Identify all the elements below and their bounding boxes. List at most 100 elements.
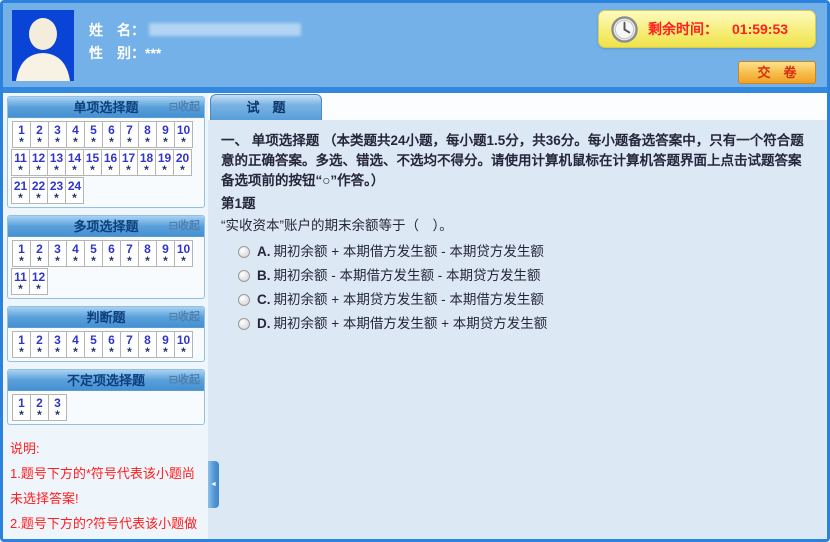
unanswered-marker: *	[102, 165, 119, 175]
tab-exam-question[interactable]: 试 题	[210, 94, 322, 120]
question-number-cell[interactable]: 1*	[12, 331, 31, 358]
question-number-cell[interactable]: 7*	[120, 331, 139, 358]
section-panel-single-choice: 单项选择题 ⊟收起 1*2*3*4*5*6*7*8*9*10*11*12*13*…	[7, 96, 205, 208]
question-number-heading: 第1题	[221, 194, 813, 214]
collapse-link[interactable]: ⊟收起	[169, 216, 200, 237]
question-number-cell[interactable]: 1*	[12, 121, 31, 148]
collapse-link[interactable]: ⊟收起	[169, 97, 200, 118]
unanswered-marker: *	[49, 410, 66, 420]
collapse-link[interactable]: ⊟收起	[169, 370, 200, 391]
unanswered-marker: *	[49, 256, 66, 266]
question-number-cell[interactable]: 7*	[120, 121, 139, 148]
collapse-icon: ⊟	[169, 220, 178, 232]
radio-button[interactable]	[238, 246, 250, 258]
question-number-cell[interactable]: 2*	[30, 240, 49, 267]
question-number-cell[interactable]: 17*	[119, 149, 138, 176]
remaining-time-box: 剩余时间：01:59:53	[598, 10, 816, 48]
question-number-cell[interactable]: 1*	[12, 240, 31, 267]
answer-option-b[interactable]: B. 期初余额 - 本期借方发生额 - 本期贷方发生额	[238, 266, 813, 286]
radio-button[interactable]	[238, 294, 250, 306]
section-header: 不定项选择题 ⊟收起	[8, 370, 204, 391]
question-number-cell[interactable]: 15*	[83, 149, 102, 176]
question-number-cell[interactable]: 4*	[66, 331, 85, 358]
question-number-cell[interactable]: 2*	[30, 121, 49, 148]
option-text: 期初余额 - 本期借方发生额 - 本期贷方发生额	[274, 266, 541, 286]
unanswered-marker: *	[121, 347, 138, 357]
question-number-cell[interactable]: 8*	[138, 240, 157, 267]
unanswered-marker: *	[138, 165, 155, 175]
question-number-cell[interactable]: 11*	[11, 268, 30, 295]
question-number-cell[interactable]: 3*	[48, 331, 67, 358]
legend-notes: 说明: 1.题号下方的*符号代表该小题尚未选择答案! 2.题号下方的?符号代表该…	[7, 432, 205, 539]
question-number-cell[interactable]: 18*	[137, 149, 156, 176]
unanswered-marker: *	[175, 256, 192, 266]
question-number-cell[interactable]: 9*	[156, 331, 175, 358]
question-number-cell[interactable]: 12*	[29, 268, 48, 295]
question-number-cell[interactable]: 2*	[30, 331, 49, 358]
radio-button[interactable]	[238, 318, 250, 330]
unanswered-marker: *	[13, 410, 30, 420]
option-letter: B.	[257, 266, 271, 286]
question-number-cell[interactable]: 7*	[120, 240, 139, 267]
question-number-cell[interactable]: 20*	[173, 149, 192, 176]
unanswered-marker: *	[120, 165, 137, 175]
timer-value: 01:59:53	[732, 21, 788, 37]
question-number-cell[interactable]: 19*	[155, 149, 174, 176]
gender-value: ***	[145, 45, 161, 61]
option-letter: D.	[257, 314, 271, 334]
question-number-cell[interactable]: 16*	[101, 149, 120, 176]
section-header: 多项选择题 ⊟收起	[8, 216, 204, 237]
question-number-cell[interactable]: 24*	[65, 177, 84, 204]
question-number-cell[interactable]: 3*	[48, 394, 67, 421]
question-number-cell[interactable]: 5*	[84, 240, 103, 267]
question-number-cell[interactable]: 6*	[102, 240, 121, 267]
collapse-link[interactable]: ⊟收起	[169, 307, 200, 328]
unanswered-marker: *	[157, 347, 174, 357]
question-number-cell[interactable]: 1*	[12, 394, 31, 421]
question-number-cell[interactable]: 14*	[65, 149, 84, 176]
unanswered-marker: *	[66, 165, 83, 175]
question-number-cell[interactable]: 8*	[138, 331, 157, 358]
question-number-cell[interactable]: 21*	[11, 177, 30, 204]
unanswered-marker: *	[174, 165, 191, 175]
question-number-cell[interactable]: 3*	[48, 121, 67, 148]
note-line: 1.题号下方的*符号代表该小题尚未选择答案!	[10, 461, 201, 511]
collapse-label: 收起	[178, 311, 200, 323]
radio-button[interactable]	[238, 270, 250, 282]
unanswered-marker: *	[139, 347, 156, 357]
answer-option-a[interactable]: A. 期初余额 + 本期借方发生额 - 本期贷方发生额	[238, 242, 813, 262]
unanswered-marker: *	[85, 347, 102, 357]
question-number-cell[interactable]: 8*	[138, 121, 157, 148]
option-text: 期初余额 + 本期借方发生额 + 本期贷方发生额	[274, 314, 548, 334]
question-number-cell[interactable]: 11*	[11, 149, 30, 176]
question-number-cell[interactable]: 5*	[84, 331, 103, 358]
question-number-cell[interactable]: 6*	[102, 121, 121, 148]
question-number-cell[interactable]: 12*	[29, 149, 48, 176]
unanswered-marker: *	[67, 137, 84, 147]
question-nav-sidebar: 单项选择题 ⊟收起 1*2*3*4*5*6*7*8*9*10*11*12*13*…	[3, 93, 208, 539]
question-number-cell[interactable]: 13*	[47, 149, 66, 176]
answer-option-c[interactable]: C. 期初余额 + 本期贷方发生额 - 本期借方发生额	[238, 290, 813, 310]
question-number-cell[interactable]: 9*	[156, 121, 175, 148]
unanswered-marker: *	[103, 137, 120, 147]
question-text: “实收资本”账户的期末余额等于（ ）。	[221, 216, 813, 236]
question-number-cell[interactable]: 9*	[156, 240, 175, 267]
question-number-cell[interactable]: 10*	[174, 331, 193, 358]
question-number-cell[interactable]: 4*	[66, 121, 85, 148]
sidebar-collapse-handle[interactable]: ◄	[208, 461, 219, 508]
unanswered-marker: *	[85, 137, 102, 147]
unanswered-marker: *	[13, 137, 30, 147]
submit-paper-button[interactable]: 交 卷	[738, 61, 816, 84]
candidate-identity: 姓 名： 性 别：***	[89, 19, 301, 65]
question-number-cell[interactable]: 3*	[48, 240, 67, 267]
question-number-cell[interactable]: 23*	[47, 177, 66, 204]
unanswered-marker: *	[48, 165, 65, 175]
question-number-cell[interactable]: 10*	[174, 240, 193, 267]
question-number-cell[interactable]: 22*	[29, 177, 48, 204]
question-number-cell[interactable]: 5*	[84, 121, 103, 148]
question-number-cell[interactable]: 4*	[66, 240, 85, 267]
answer-option-d[interactable]: D. 期初余额 + 本期借方发生额 + 本期贷方发生额	[238, 314, 813, 334]
question-number-cell[interactable]: 10*	[174, 121, 193, 148]
question-number-cell[interactable]: 6*	[102, 331, 121, 358]
question-number-cell[interactable]: 2*	[30, 394, 49, 421]
